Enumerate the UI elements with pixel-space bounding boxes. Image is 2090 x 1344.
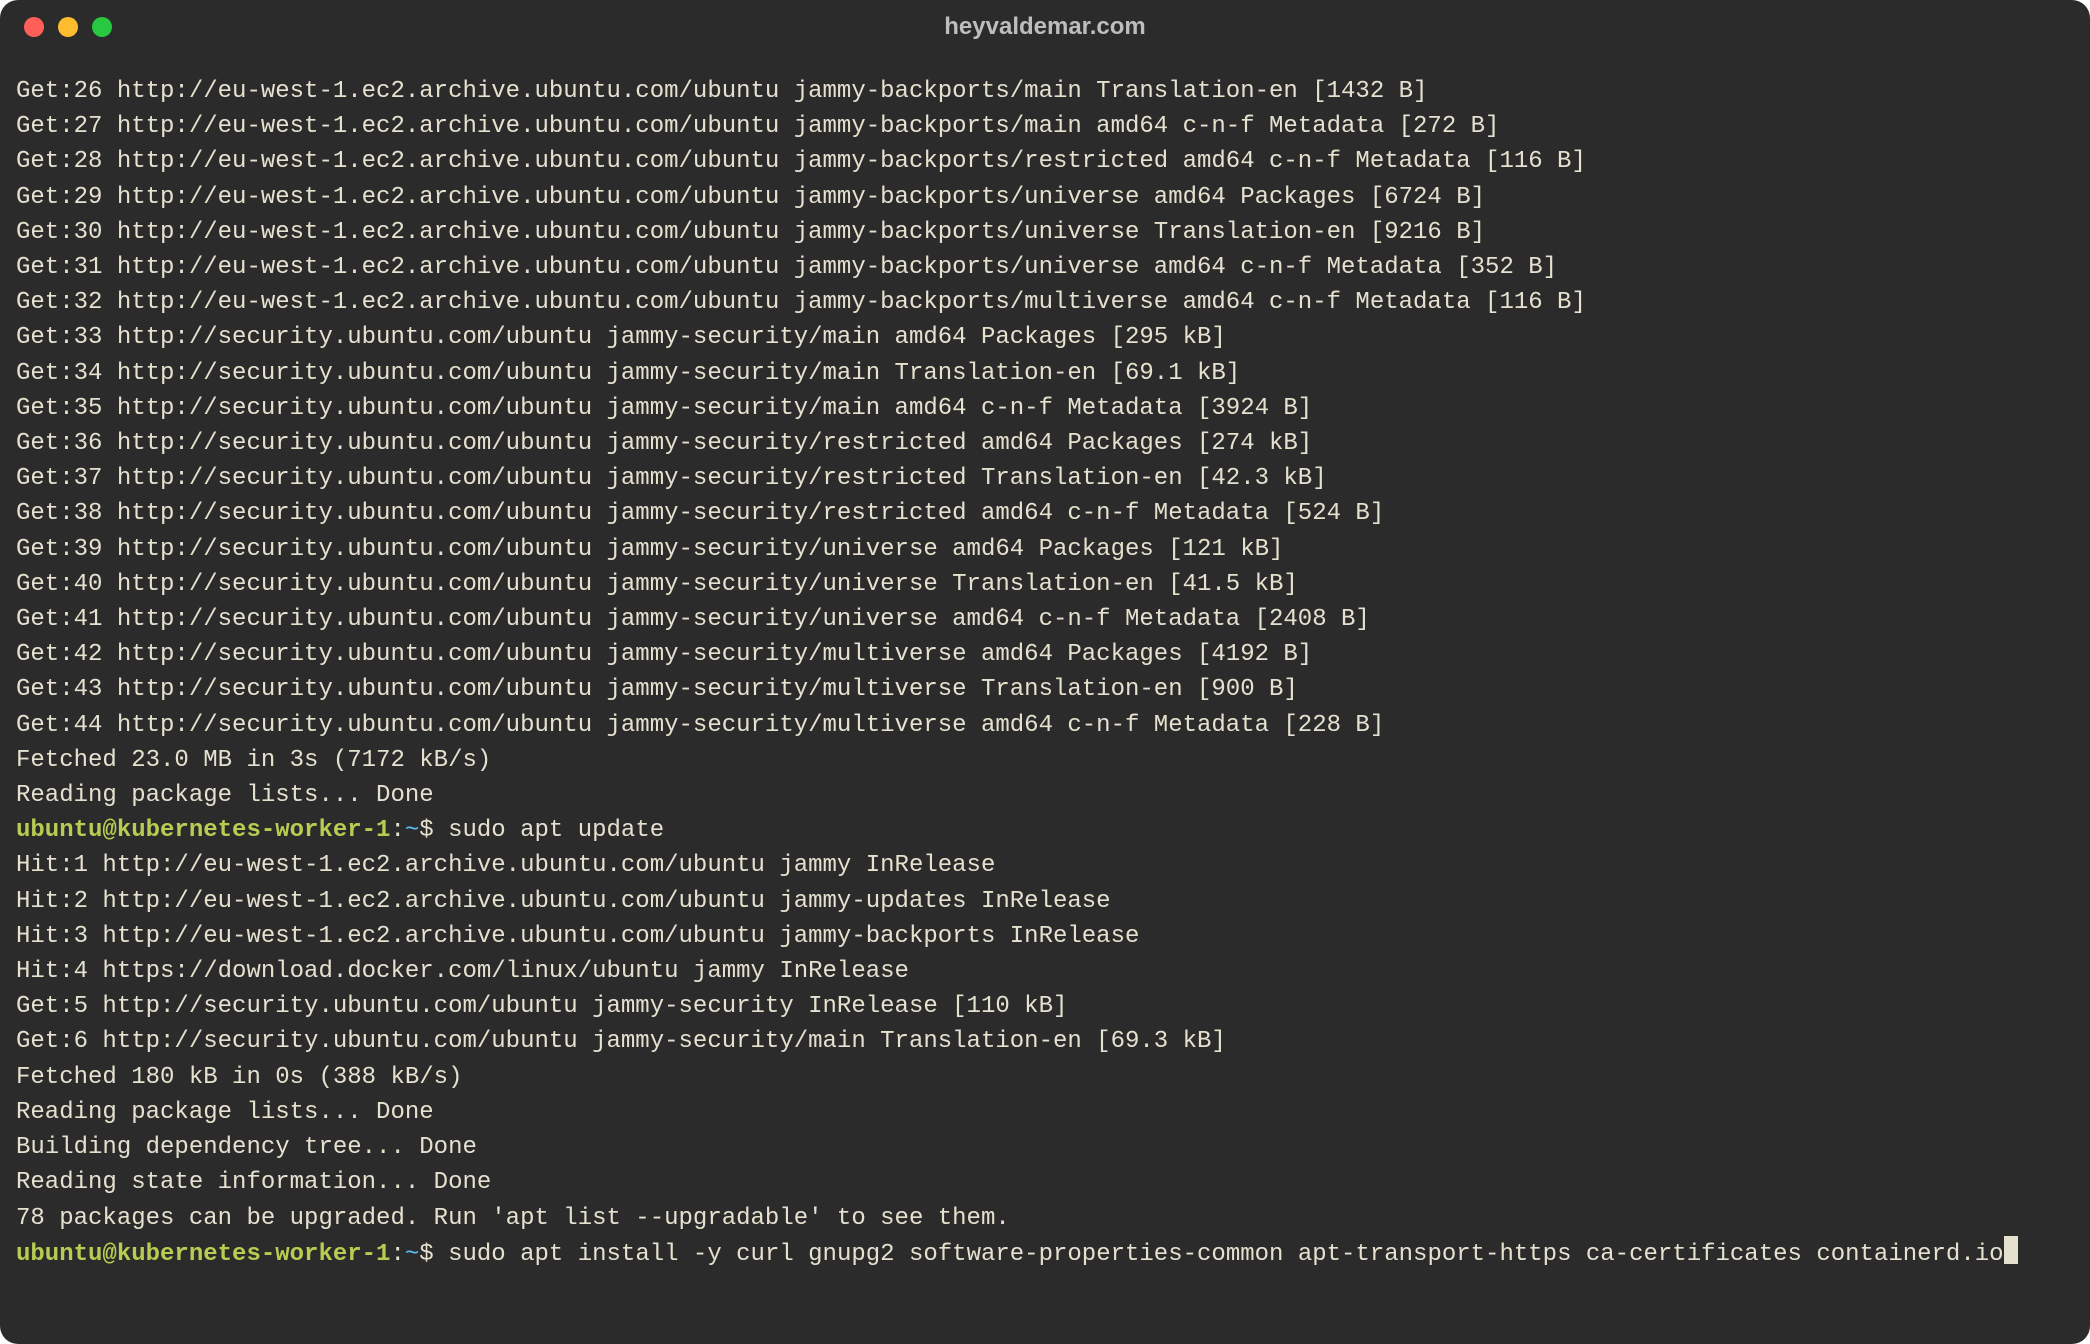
terminal-output-line: Hit:3 http://eu-west-1.ec2.archive.ubunt… xyxy=(16,923,1139,950)
titlebar: heyvaldemar.com xyxy=(0,0,2090,54)
terminal-output-line: Get:32 http://eu-west-1.ec2.archive.ubun… xyxy=(16,289,1586,316)
terminal-output-line: Hit:2 http://eu-west-1.ec2.archive.ubunt… xyxy=(16,888,1111,915)
terminal-output-line: Hit:4 https://download.docker.com/linux/… xyxy=(16,958,909,985)
prompt-user-host: ubuntu@kubernetes-worker-1 xyxy=(16,1241,390,1268)
window-title: heyvaldemar.com xyxy=(0,13,2090,41)
terminal-output-line: Get:30 http://eu-west-1.ec2.archive.ubun… xyxy=(16,219,1485,246)
minimize-icon[interactable] xyxy=(58,17,78,37)
window-controls xyxy=(24,17,112,37)
terminal-output-line: Reading package lists... Done xyxy=(16,1099,434,1126)
prompt-dollar: $ xyxy=(419,817,433,844)
terminal-output-line: Get:38 http://security.ubuntu.com/ubuntu… xyxy=(16,500,1384,527)
terminal-output-line: Get:37 http://security.ubuntu.com/ubuntu… xyxy=(16,465,1327,492)
prompt-colon: : xyxy=(390,1241,404,1268)
terminal-output-line: Get:34 http://security.ubuntu.com/ubuntu… xyxy=(16,360,1240,387)
terminal-output-line: Get:27 http://eu-west-1.ec2.archive.ubun… xyxy=(16,113,1499,140)
cursor-icon xyxy=(2004,1236,2018,1264)
terminal-output-line: Get:33 http://security.ubuntu.com/ubuntu… xyxy=(16,324,1226,351)
terminal-output-line: Reading package lists... Done xyxy=(16,782,434,809)
terminal-output-line: Get:41 http://security.ubuntu.com/ubuntu… xyxy=(16,606,1370,633)
terminal-output-line: Get:39 http://security.ubuntu.com/ubuntu… xyxy=(16,536,1283,563)
prompt-user-host: ubuntu@kubernetes-worker-1 xyxy=(16,817,390,844)
terminal-output-line: Get:29 http://eu-west-1.ec2.archive.ubun… xyxy=(16,184,1485,211)
terminal-output-line: Get:44 http://security.ubuntu.com/ubuntu… xyxy=(16,712,1384,739)
terminal-output-line: Fetched 23.0 MB in 3s (7172 kB/s) xyxy=(16,747,491,774)
prompt-path: ~ xyxy=(405,817,419,844)
terminal-output-line: Get:42 http://security.ubuntu.com/ubuntu… xyxy=(16,641,1312,668)
close-icon[interactable] xyxy=(24,17,44,37)
terminal-output-line: Get:5 http://security.ubuntu.com/ubuntu … xyxy=(16,993,1067,1020)
terminal-output-line: Get:6 http://security.ubuntu.com/ubuntu … xyxy=(16,1028,1226,1055)
terminal-output-line: Get:40 http://security.ubuntu.com/ubuntu… xyxy=(16,571,1298,598)
terminal-window: heyvaldemar.com Get:26 http://eu-west-1.… xyxy=(0,0,2090,1344)
terminal-output-line: Get:28 http://eu-west-1.ec2.archive.ubun… xyxy=(16,148,1586,175)
terminal-output-line: Get:26 http://eu-west-1.ec2.archive.ubun… xyxy=(16,78,1427,105)
terminal-output-line: 78 packages can be upgraded. Run 'apt li… xyxy=(16,1205,1010,1232)
terminal-output-line: Fetched 180 kB in 0s (388 kB/s) xyxy=(16,1064,462,1091)
terminal-output-line: Get:36 http://security.ubuntu.com/ubuntu… xyxy=(16,430,1312,457)
command-text: sudo apt install -y curl gnupg2 software… xyxy=(434,1241,2004,1268)
terminal-output-line: Reading state information... Done xyxy=(16,1169,491,1196)
prompt-colon: : xyxy=(390,817,404,844)
terminal-output-line: Hit:1 http://eu-west-1.ec2.archive.ubunt… xyxy=(16,852,995,879)
terminal-body[interactable]: Get:26 http://eu-west-1.ec2.archive.ubun… xyxy=(0,54,2090,1288)
maximize-icon[interactable] xyxy=(92,17,112,37)
prompt-path: ~ xyxy=(405,1241,419,1268)
terminal-output-line: Get:43 http://security.ubuntu.com/ubuntu… xyxy=(16,676,1298,703)
prompt-dollar: $ xyxy=(419,1241,433,1268)
terminal-output-line: Get:31 http://eu-west-1.ec2.archive.ubun… xyxy=(16,254,1557,281)
terminal-output-line: Building dependency tree... Done xyxy=(16,1134,477,1161)
command-text: sudo apt update xyxy=(434,817,664,844)
terminal-output-line: Get:35 http://security.ubuntu.com/ubuntu… xyxy=(16,395,1312,422)
